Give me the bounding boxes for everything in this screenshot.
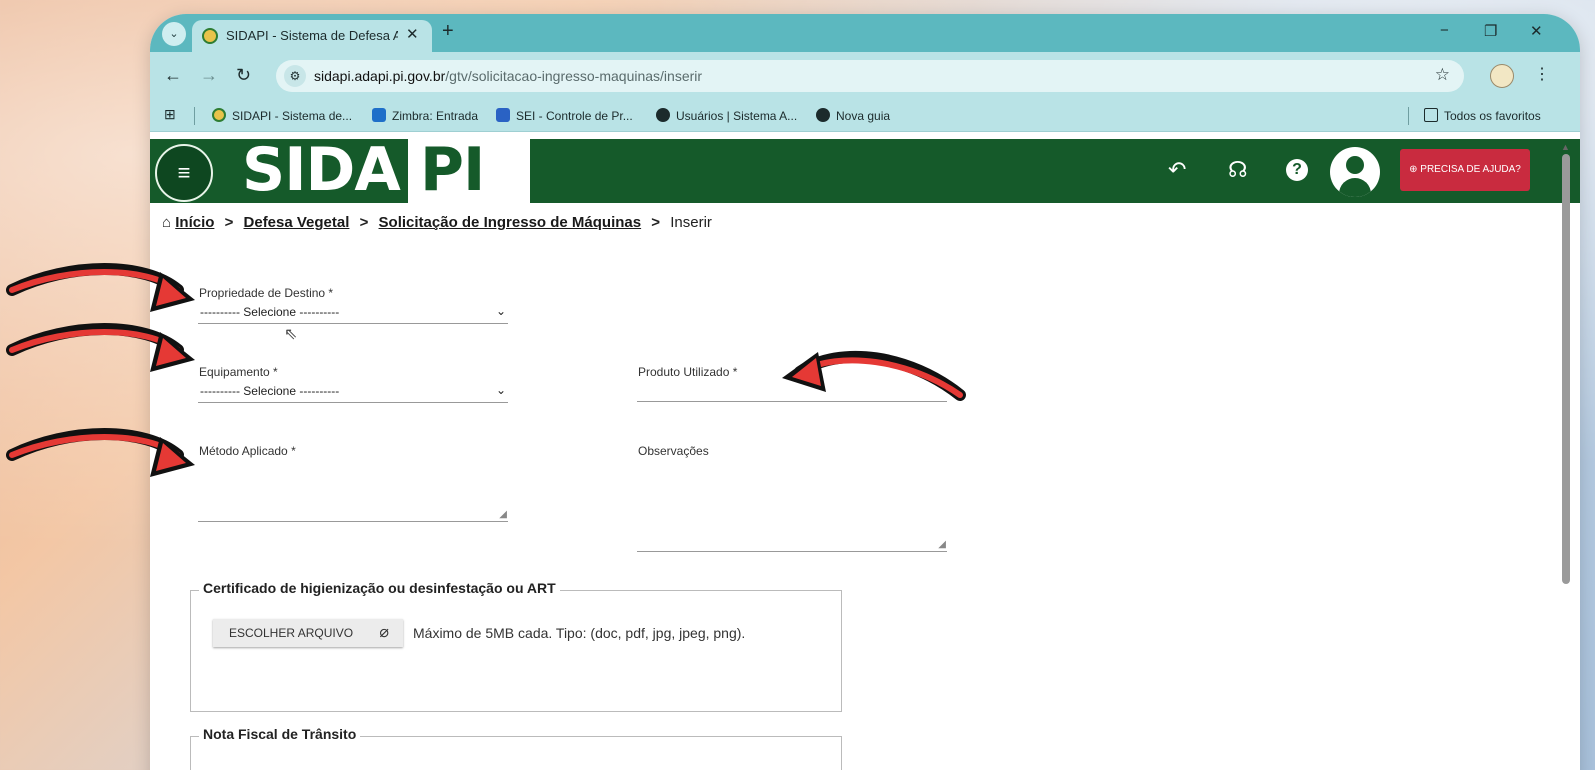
- folder-icon: [1424, 108, 1438, 122]
- sei-icon: [496, 108, 510, 122]
- bookmark-label: Zimbra: Entrada: [392, 109, 479, 123]
- logo-text-left: SIDA: [242, 135, 401, 205]
- bookmark-label: Nova guia: [836, 109, 891, 123]
- tab-close-icon[interactable]: ✕: [406, 25, 419, 43]
- undo-icon[interactable]: ↶: [1168, 157, 1186, 183]
- active-tab[interactable]: SIDAPI - Sistema de Defesa Agr ✕: [192, 20, 432, 52]
- produto-input[interactable]: [637, 401, 947, 402]
- bookmarks-bar: ⊞ SIDAPI - Sistema de... Zimbra: Entrada…: [150, 100, 1580, 132]
- url-path: /gtv/solicitacao-ingresso-maquinas/inser…: [445, 68, 703, 84]
- bookmark-sei[interactable]: SEI - Controle de Pr...: [496, 108, 633, 123]
- globe-icon: [656, 108, 670, 122]
- breadcrumb-current: Inserir: [670, 214, 712, 231]
- bookmark-nova-guia[interactable]: Nova guia: [816, 108, 890, 123]
- scrollbar[interactable]: [1562, 154, 1570, 584]
- url-host: sidapi.adapi.pi.gov.br: [314, 68, 446, 84]
- propriedade-label: Propriedade de Destino *: [199, 286, 334, 300]
- paperclip-icon: ⌀: [379, 624, 389, 641]
- all-bookmarks-folder[interactable]: Todos os favoritos: [1424, 108, 1541, 123]
- all-bookmarks-label: Todos os favoritos: [1444, 109, 1541, 123]
- home-icon: ⌂: [162, 214, 172, 231]
- profile-avatar-icon[interactable]: [1490, 64, 1514, 88]
- equipamento-label: Equipamento *: [199, 365, 278, 379]
- restore-icon[interactable]: ❐: [1484, 22, 1497, 40]
- globe-icon: [816, 108, 830, 122]
- bookmark-star-icon[interactable]: ☆: [1435, 65, 1450, 85]
- breadcrumb-defesa-vegetal[interactable]: Defesa Vegetal: [244, 214, 350, 231]
- breadcrumb-separator: >: [359, 214, 369, 231]
- observacoes-textarea[interactable]: ◢: [637, 462, 947, 552]
- more-menu-icon[interactable]: ⋮: [1534, 64, 1550, 84]
- metodo-textarea[interactable]: ◢: [198, 462, 508, 522]
- need-help-button[interactable]: ⊕ PRECISA DE AJUDA?: [1400, 149, 1530, 191]
- mouse-cursor-icon: ⇖: [284, 326, 298, 343]
- bookmark-label: Usuários | Sistema A...: [676, 109, 798, 123]
- sidapi-favicon-icon: [212, 108, 226, 122]
- chevron-down-icon: ⌄: [495, 304, 506, 318]
- site-settings-icon[interactable]: ⚙: [284, 65, 306, 87]
- propriedade-select[interactable]: ---------- Selecione ---------- ⌄: [198, 302, 508, 324]
- help-icon[interactable]: ?: [1286, 159, 1308, 181]
- forward-icon[interactable]: →: [200, 65, 218, 86]
- file-hint: Máximo de 5MB cada. Tipo: (doc, pdf, jpg…: [413, 625, 746, 641]
- user-avatar-icon[interactable]: [1330, 147, 1380, 197]
- app-header: ≡ SIDA PI ↶ ☊ ? ⊕ PRECISA DE AJUDA?: [150, 135, 1580, 205]
- breadcrumb-separator: >: [651, 214, 661, 231]
- bookmark-divider: [1408, 107, 1409, 125]
- new-tab-icon[interactable]: +: [442, 20, 454, 43]
- browser-window: ⌄ SIDAPI - Sistema de Defesa Agr ✕ + − ❐…: [150, 14, 1580, 770]
- nota-fiscal-fieldset: Nota Fiscal de Trânsito: [190, 726, 842, 770]
- metodo-label: Método Aplicado *: [199, 444, 296, 458]
- bookmark-zimbra[interactable]: Zimbra: Entrada: [372, 108, 478, 123]
- breadcrumb: ⌂ Início > Defesa Vegetal > Solicitação …: [162, 214, 712, 231]
- certificado-legend: Certificado de higienização ou desinfest…: [199, 580, 560, 596]
- breadcrumb-home[interactable]: Início: [175, 214, 214, 231]
- choose-file-button[interactable]: ESCOLHER ARQUIVO ⌀: [213, 619, 403, 647]
- url-text[interactable]: sidapi.adapi.pi.gov.br/gtv/solicitacao-i…: [314, 68, 702, 84]
- apps-grid-icon[interactable]: ⊞: [164, 106, 176, 123]
- back-icon[interactable]: ←: [164, 65, 182, 86]
- propriedade-value: ---------- Selecione ----------: [200, 305, 340, 319]
- bookmark-divider: [194, 107, 195, 125]
- observacoes-label: Observações: [638, 444, 709, 458]
- certificado-fieldset: Certificado de higienização ou desinfest…: [190, 580, 842, 712]
- tab-title: SIDAPI - Sistema de Defesa Agr: [226, 28, 398, 43]
- zimbra-icon: [372, 108, 386, 122]
- scroll-up-icon[interactable]: ▲: [1561, 142, 1570, 152]
- chevron-down-icon: ⌄: [495, 383, 506, 397]
- bookmark-sidapi[interactable]: SIDAPI - Sistema de...: [212, 108, 352, 123]
- nota-fiscal-legend: Nota Fiscal de Trânsito: [199, 726, 361, 742]
- resize-handle-icon[interactable]: ◢: [499, 509, 507, 520]
- logo-text-right: PI: [420, 135, 485, 205]
- bookmark-usuarios[interactable]: Usuários | Sistema A...: [656, 108, 797, 123]
- address-bar[interactable]: ⚙ sidapi.adapi.pi.gov.br/gtv/solicitacao…: [276, 60, 1464, 92]
- bookmark-label: SIDAPI - Sistema de...: [232, 109, 353, 123]
- reload-icon[interactable]: ↻: [236, 65, 251, 86]
- sidapi-favicon-icon: [202, 28, 218, 44]
- choose-file-label: ESCOLHER ARQUIVO: [229, 626, 354, 640]
- bookmark-label: SEI - Controle de Pr...: [516, 109, 633, 123]
- tab-strip: ⌄ SIDAPI - Sistema de Defesa Agr ✕ + − ❐…: [150, 14, 1580, 52]
- navigation-bar: ← → ↻ ⚙ sidapi.adapi.pi.gov.br/gtv/solic…: [150, 52, 1580, 100]
- minimize-icon[interactable]: −: [1440, 22, 1449, 39]
- menu-icon[interactable]: ≡: [155, 144, 213, 202]
- headset-icon[interactable]: ☊: [1228, 157, 1248, 183]
- window-close-icon[interactable]: ✕: [1530, 22, 1543, 40]
- produto-label: Produto Utilizado *: [638, 365, 738, 379]
- breadcrumb-separator: >: [224, 214, 234, 231]
- equipamento-select[interactable]: ---------- Selecione ---------- ⌄: [198, 381, 508, 403]
- equipamento-value: ---------- Selecione ----------: [200, 384, 340, 398]
- avatar-body: [1339, 178, 1371, 197]
- avatar-head: [1346, 156, 1364, 174]
- breadcrumb-solicitacao[interactable]: Solicitação de Ingresso de Máquinas: [379, 214, 642, 231]
- resize-handle-icon[interactable]: ◢: [938, 539, 946, 550]
- tab-search-chevron-icon[interactable]: ⌄: [162, 22, 186, 46]
